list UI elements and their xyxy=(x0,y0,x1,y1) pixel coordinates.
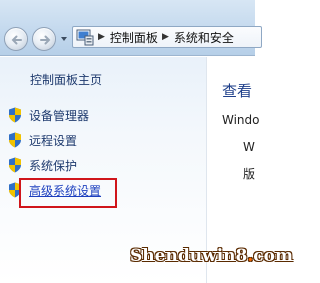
uac-shield-icon xyxy=(9,132,21,148)
task-remote-settings[interactable]: 远程设置 xyxy=(8,130,77,150)
content-line: Windo xyxy=(222,113,260,127)
page-heading: 查看 xyxy=(222,82,253,100)
task-label: 设备管理器 xyxy=(29,108,90,123)
control-panel-icon xyxy=(76,29,94,46)
content-line: W xyxy=(243,140,255,154)
navigation-bar: ▶ 控制面板 ▶ 系统和安全 xyxy=(0,0,262,56)
breadcrumb-system-security[interactable]: 系统和安全 xyxy=(174,29,234,46)
recent-pages-dropdown-icon[interactable] xyxy=(60,35,68,43)
uac-shield-icon xyxy=(9,107,21,123)
control-panel-home-link[interactable]: 控制面板主页 xyxy=(30,71,102,88)
breadcrumb-control-panel[interactable]: 控制面板 xyxy=(110,29,158,46)
task-label: 系统保护 xyxy=(29,158,78,173)
left-navigation-pane: 控制面板主页 设备管理器 远程设置 系统保护 高级系统设置 xyxy=(0,57,206,283)
task-label: 远程设置 xyxy=(29,133,78,148)
pane-divider xyxy=(206,57,207,283)
watermark-dot: . xyxy=(247,246,254,266)
forward-button[interactable] xyxy=(32,27,56,51)
content-line: 版 xyxy=(243,167,256,181)
forward-arrow-icon xyxy=(40,35,51,45)
address-bar[interactable]: ▶ 控制面板 ▶ 系统和安全 xyxy=(72,26,262,48)
highlight-annotation-box xyxy=(19,178,117,208)
uac-shield-icon xyxy=(9,157,21,173)
watermark-part: com xyxy=(253,246,293,266)
breadcrumb-separator[interactable]: ▶ xyxy=(98,32,105,42)
breadcrumb-separator[interactable]: ▶ xyxy=(162,32,169,42)
task-device-manager[interactable]: 设备管理器 xyxy=(8,105,89,125)
back-arrow-icon xyxy=(11,35,22,45)
task-system-protection[interactable]: 系统保护 xyxy=(8,155,77,175)
back-button[interactable] xyxy=(4,27,28,51)
